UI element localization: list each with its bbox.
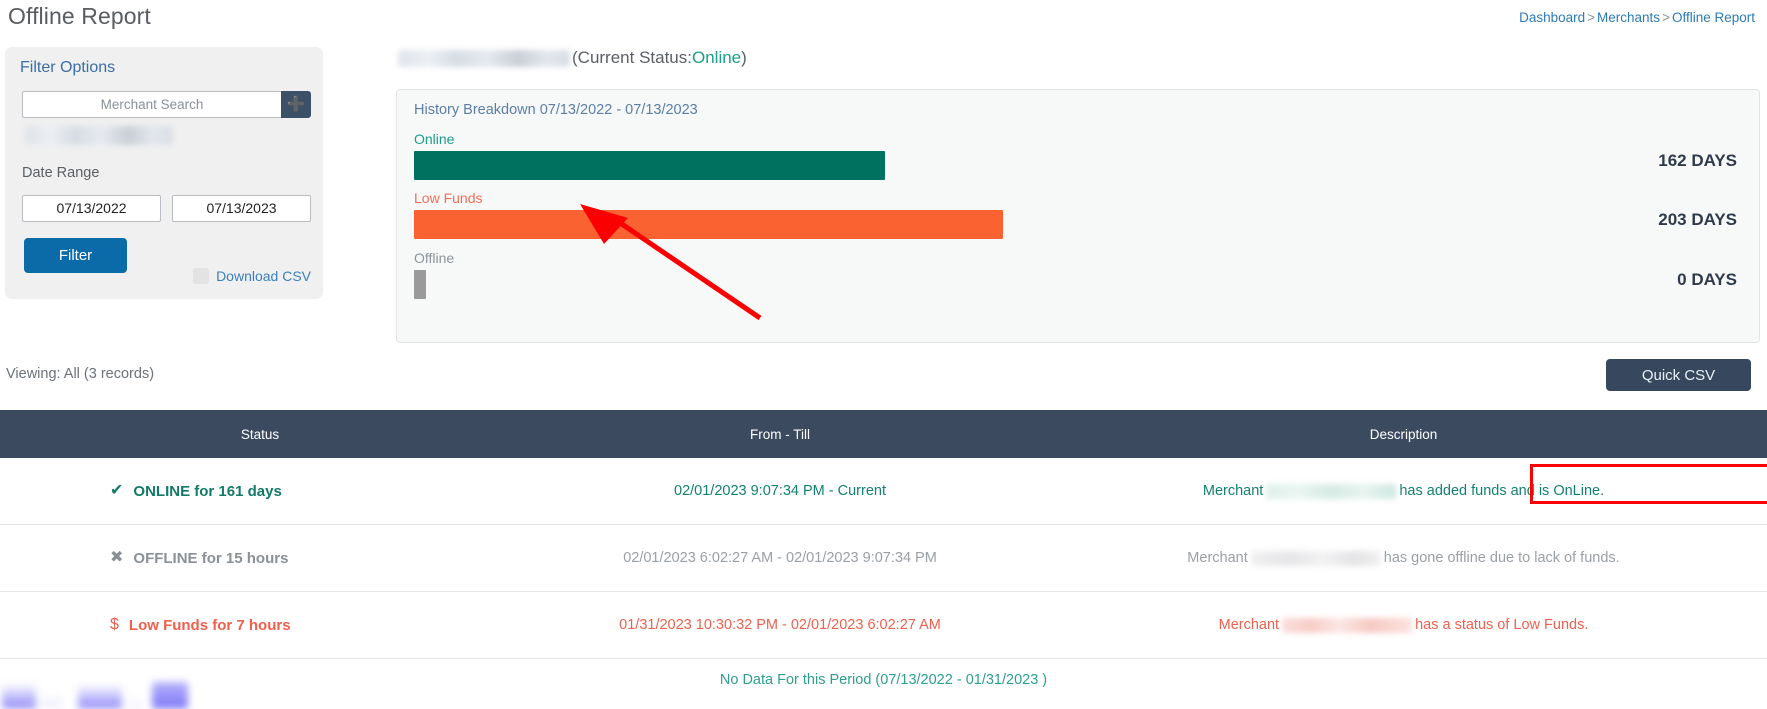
description-suffix: has gone offline due to lack of funds. bbox=[1384, 550, 1620, 566]
table-header-row: Status From - Till Description bbox=[0, 410, 1767, 458]
date-range-label: Date Range bbox=[22, 165, 99, 181]
filter-options-title: Filter Options bbox=[20, 59, 115, 77]
merchant-search-row: ➕ bbox=[22, 91, 311, 118]
breadcrumb-separator-2: > bbox=[1660, 10, 1672, 25]
check-icon: ✔ bbox=[110, 483, 123, 499]
quick-csv-button[interactable]: Quick CSV bbox=[1606, 359, 1751, 391]
no-data-row: No Data For this Period (07/13/2022 - 01… bbox=[0, 672, 1767, 688]
breadcrumb-link-merchants[interactable]: Merchants bbox=[1597, 10, 1660, 25]
current-status-value: Online bbox=[692, 48, 741, 68]
cell-from-till: 02/01/2023 6:02:27 AM - 02/01/2023 9:07:… bbox=[520, 550, 1040, 566]
bar-value-offline: 0 DAYS bbox=[1677, 270, 1737, 290]
breadcrumb-link-dashboard[interactable]: Dashboard bbox=[1519, 10, 1585, 25]
cell-description: Merchant has added funds and is OnLine. bbox=[1040, 483, 1767, 499]
table-row[interactable]: ✖ OFFLINE for 15 hours 02/01/2023 6:02:2… bbox=[0, 525, 1767, 592]
bar-value-online: 162 DAYS bbox=[1658, 151, 1737, 171]
page-artifact bbox=[128, 699, 142, 709]
current-status-text: (Current Status: bbox=[572, 48, 692, 68]
breadcrumb-separator: > bbox=[1585, 10, 1597, 25]
page-artifact bbox=[78, 684, 122, 709]
breadcrumb: Dashboard>Merchants>Offline Report bbox=[1519, 10, 1755, 25]
cross-icon: ✖ bbox=[110, 550, 123, 566]
cell-status: $ Low Funds for 7 hours bbox=[0, 617, 520, 634]
redacted-merchant-name-cell bbox=[1282, 618, 1412, 633]
description-prefix: Merchant bbox=[1203, 483, 1263, 499]
breadcrumb-current: Offline Report bbox=[1672, 10, 1755, 25]
merchant-search-input[interactable] bbox=[22, 91, 281, 118]
redacted-merchant-name bbox=[25, 126, 173, 145]
download-csv-label[interactable]: Download CSV bbox=[216, 268, 311, 284]
current-status-line: (Current Status: Online ) bbox=[398, 48, 747, 68]
column-header-from-till[interactable]: From - Till bbox=[520, 427, 1040, 442]
bar-label-low-funds: Low Funds bbox=[414, 190, 482, 206]
bar-low-funds bbox=[414, 210, 1003, 239]
download-csv-checkbox[interactable] bbox=[193, 268, 209, 284]
bar-label-online: Online bbox=[414, 131, 454, 147]
date-from-input[interactable]: 07/13/2022 bbox=[22, 195, 161, 222]
page-artifact bbox=[2, 683, 36, 709]
page-artifact bbox=[40, 697, 62, 709]
bar-label-offline: Offline bbox=[414, 250, 454, 266]
download-csv-row[interactable]: Download CSV bbox=[193, 268, 311, 284]
history-breakdown-heading: History Breakdown 07/13/2022 - 07/13/202… bbox=[414, 102, 698, 118]
cell-from-till: 01/31/2023 10:30:32 PM - 02/01/2023 6:02… bbox=[520, 617, 1040, 633]
page-title: Offline Report bbox=[8, 3, 151, 30]
bar-offline bbox=[414, 270, 426, 299]
cell-status: ✔ ONLINE for 161 days bbox=[0, 483, 520, 500]
column-header-description[interactable]: Description bbox=[1040, 427, 1767, 442]
viewing-count-label: Viewing: All (3 records) bbox=[6, 366, 154, 382]
cell-description: Merchant has gone offline due to lack of… bbox=[1040, 550, 1767, 566]
page-artifact bbox=[152, 682, 188, 709]
redacted-merchant-title bbox=[398, 50, 570, 67]
date-to-input[interactable]: 07/13/2023 bbox=[172, 195, 311, 222]
history-breakdown-card: History Breakdown 07/13/2022 - 07/13/202… bbox=[396, 89, 1760, 343]
no-data-text: No Data For this Period (07/13/2022 - 01… bbox=[720, 672, 1047, 688]
add-merchant-button[interactable]: ➕ bbox=[281, 91, 311, 118]
description-prefix: Merchant bbox=[1187, 550, 1247, 566]
plus-icon: ➕ bbox=[287, 97, 306, 112]
cell-from-till: 02/01/2023 9:07:34 PM - Current bbox=[520, 483, 1040, 499]
column-header-status[interactable]: Status bbox=[0, 427, 520, 442]
table-row[interactable]: $ Low Funds for 7 hours 01/31/2023 10:30… bbox=[0, 592, 1767, 659]
dollar-icon: $ bbox=[110, 617, 119, 633]
description-suffix: has added funds and is OnLine. bbox=[1399, 483, 1604, 499]
redacted-merchant-name-cell bbox=[1251, 551, 1381, 566]
status-text: OFFLINE for 15 hours bbox=[133, 550, 288, 567]
current-status-suffix: ) bbox=[741, 48, 747, 68]
bar-online bbox=[414, 151, 885, 180]
description-prefix: Merchant bbox=[1219, 617, 1279, 633]
offline-report-table: Status From - Till Description ✔ ONLINE … bbox=[0, 410, 1767, 659]
offline-report-page: Offline Report Dashboard>Merchants>Offli… bbox=[0, 0, 1767, 709]
bar-value-low-funds: 203 DAYS bbox=[1658, 210, 1737, 230]
description-suffix: has a status of Low Funds. bbox=[1415, 617, 1588, 633]
status-text: ONLINE for 161 days bbox=[133, 483, 281, 500]
filter-button[interactable]: Filter bbox=[24, 238, 127, 273]
status-text: Low Funds for 7 hours bbox=[129, 617, 291, 634]
redacted-merchant-name-cell bbox=[1266, 484, 1396, 499]
filter-options-panel: Filter Options ➕ Date Range 07/13/2022 0… bbox=[5, 47, 323, 299]
cell-description: Merchant has a status of Low Funds. bbox=[1040, 617, 1767, 633]
cell-status: ✖ OFFLINE for 15 hours bbox=[0, 550, 520, 567]
table-row[interactable]: ✔ ONLINE for 161 days 02/01/2023 9:07:34… bbox=[0, 458, 1767, 525]
